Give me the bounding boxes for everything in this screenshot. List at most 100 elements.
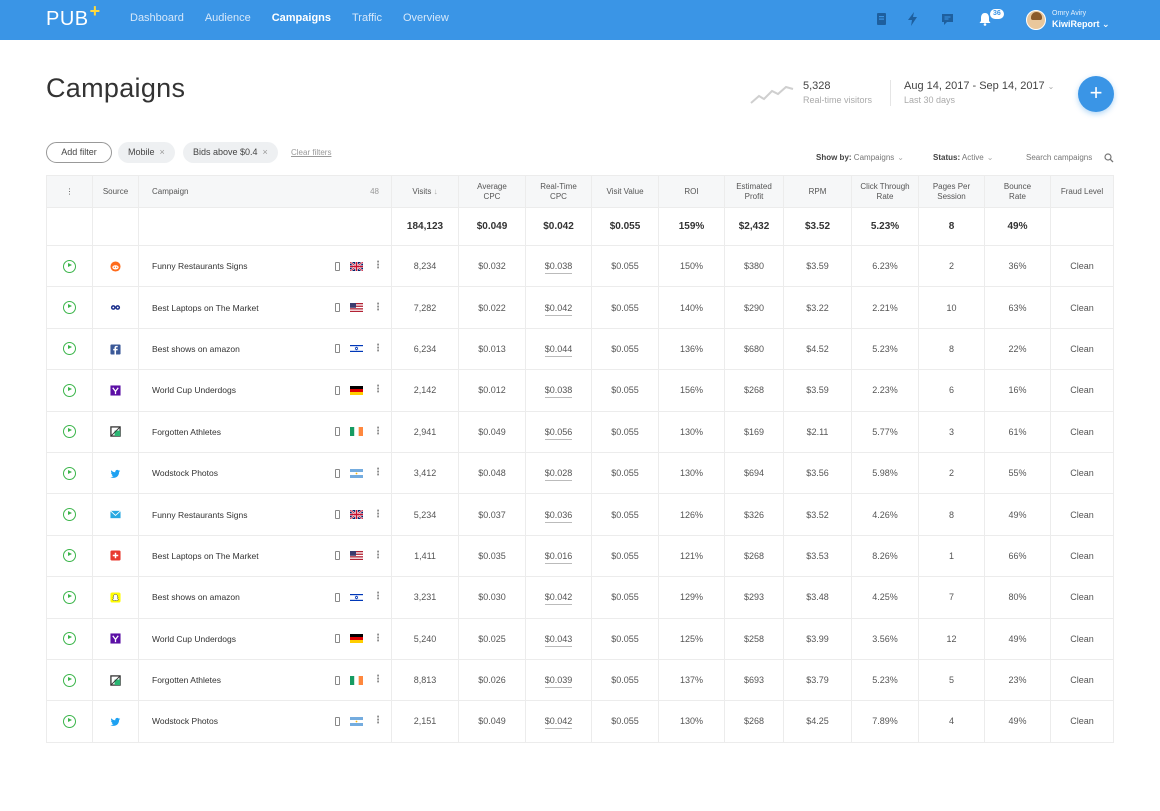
close-icon[interactable]: × xyxy=(160,147,165,157)
rt-cpc-value[interactable]: $0.016 xyxy=(544,550,573,564)
more-options-icon[interactable]: ⋮ xyxy=(373,675,383,685)
nav-overview[interactable]: Overview xyxy=(403,12,449,24)
avatar[interactable] xyxy=(1026,10,1046,30)
play-icon[interactable] xyxy=(63,673,76,687)
campaign-name[interactable]: Forgotten Athletes xyxy=(138,658,326,702)
campaign-name[interactable]: Forgotten Athletes xyxy=(138,410,326,453)
clear-filters-link[interactable]: Clear filters xyxy=(291,148,331,157)
table-row[interactable]: World Cup Underdogs ⋮ 5,240 $0.025 $0.043 $0.… xyxy=(46,617,1114,660)
col-bounce[interactable]: Bounce Rate xyxy=(984,175,1051,208)
more-options-icon[interactable]: ⋮ xyxy=(373,426,383,436)
rt-cpc-cell[interactable]: $0.056 xyxy=(525,410,592,453)
table-row[interactable]: Best shows on amazon ⋮ 3,231 $0.030 $0.042 $0… xyxy=(46,576,1114,619)
col-source[interactable]: Source xyxy=(92,175,139,208)
col-rpm[interactable]: RPM xyxy=(783,175,852,208)
col-roi[interactable]: ROI xyxy=(658,175,725,208)
table-row[interactable]: Wodstock Photos ⋮ 2,151 $0.049 $0.042 $0.055 1… xyxy=(46,700,1114,743)
rt-cpc-value[interactable]: $0.028 xyxy=(544,468,573,482)
search-input[interactable]: Search campaigns xyxy=(1026,153,1092,162)
table-row[interactable]: Wodstock Photos ⋮ 3,412 $0.048 $0.028 $0.055 1… xyxy=(46,451,1114,495)
col-visit-value[interactable]: Visit Value xyxy=(591,175,659,208)
play-icon[interactable] xyxy=(63,714,76,728)
play-icon[interactable] xyxy=(63,508,76,522)
add-filter-button[interactable]: Add filter xyxy=(46,142,112,163)
rt-cpc-value[interactable]: $0.038 xyxy=(544,385,573,399)
rt-cpc-cell[interactable]: $0.036 xyxy=(525,493,592,536)
campaign-name[interactable]: Wodstock Photos xyxy=(138,700,326,743)
campaign-name[interactable]: Best shows on amazon xyxy=(138,576,326,619)
search-icon[interactable] xyxy=(1104,153,1114,163)
col-campaign[interactable]: Campaign 48 xyxy=(138,175,392,208)
table-row[interactable]: Forgotten Athletes ⋮ 2,941 $0.049 $0.056 $0.0… xyxy=(46,410,1114,453)
rt-cpc-cell[interactable]: $0.039 xyxy=(525,658,592,702)
more-options-icon[interactable]: ⋮ xyxy=(373,509,383,519)
chat-icon[interactable] xyxy=(941,12,955,26)
col-fraud[interactable]: Fraud Level xyxy=(1050,175,1114,208)
rt-cpc-value[interactable]: $0.044 xyxy=(544,343,573,357)
col-visits[interactable]: Visits ↓ xyxy=(391,175,459,208)
play-icon[interactable] xyxy=(63,425,76,439)
rt-cpc-cell[interactable]: $0.038 xyxy=(525,244,592,288)
play-icon[interactable] xyxy=(63,383,76,397)
campaign-name[interactable]: Funny Restaurants Signs xyxy=(138,244,326,288)
rt-cpc-value[interactable]: $0.039 xyxy=(544,675,573,689)
more-options-icon[interactable]: ⋮ xyxy=(373,261,383,271)
rt-cpc-value[interactable]: $0.036 xyxy=(544,509,573,523)
date-range-picker[interactable]: Aug 14, 2017 - Sep 14, 2017 ⌄ xyxy=(904,80,1054,92)
add-campaign-button[interactable]: + xyxy=(1078,76,1114,112)
rt-cpc-value[interactable]: $0.043 xyxy=(544,633,573,647)
status-dropdown[interactable]: Status: Active ⌄ xyxy=(933,153,993,162)
play-icon[interactable] xyxy=(63,466,76,480)
rt-cpc-value[interactable]: $0.042 xyxy=(544,716,573,730)
campaign-name[interactable]: World Cup Underdogs xyxy=(138,617,326,660)
rt-cpc-cell[interactable]: $0.028 xyxy=(525,451,592,495)
column-options-icon[interactable]: ⋮ xyxy=(46,175,93,208)
more-options-icon[interactable]: ⋮ xyxy=(373,592,383,602)
logo[interactable]: PUB+ xyxy=(46,1,101,31)
campaign-name[interactable]: Wodstock Photos xyxy=(138,451,326,495)
rt-cpc-cell[interactable]: $0.038 xyxy=(525,369,592,412)
nav-campaigns[interactable]: Campaigns xyxy=(272,12,331,24)
rt-cpc-cell[interactable]: $0.043 xyxy=(525,617,592,660)
filter-chip-mobile[interactable]: Mobile × xyxy=(118,142,175,163)
nav-audience[interactable]: Audience xyxy=(205,12,251,24)
play-icon[interactable] xyxy=(63,632,76,646)
filter-chip-bids[interactable]: Bids above $0.4 × xyxy=(183,142,278,163)
campaign-name[interactable]: Best Laptops on The Market xyxy=(138,534,326,578)
col-rt-cpc[interactable]: Real-Time CPC xyxy=(525,175,592,208)
more-options-icon[interactable]: ⋮ xyxy=(373,633,383,643)
col-avg-cpc[interactable]: Average CPC xyxy=(458,175,526,208)
rt-cpc-value[interactable]: $0.042 xyxy=(544,592,573,606)
nav-traffic[interactable]: Traffic xyxy=(352,12,382,24)
rt-cpc-cell[interactable]: $0.042 xyxy=(525,576,592,619)
show-by-dropdown[interactable]: Show by: Campaigns ⌄ xyxy=(816,153,904,162)
more-options-icon[interactable]: ⋮ xyxy=(373,343,383,353)
campaign-name[interactable]: Best shows on amazon xyxy=(138,327,326,371)
play-icon[interactable] xyxy=(63,590,76,604)
more-options-icon[interactable]: ⋮ xyxy=(373,302,383,312)
table-row[interactable]: World Cup Underdogs ⋮ 2,142 $0.012 $0.038 $0.… xyxy=(46,369,1114,412)
table-row[interactable]: Funny Restaurants Signs ⋮ 5,234 $0.037 $0.03… xyxy=(46,493,1114,536)
table-row[interactable]: Best shows on amazon ⋮ 6,234 $0.013 $0.044 $0… xyxy=(46,327,1114,371)
table-row[interactable]: Best Laptops on The Market ⋮ 1,411 $0.035 $0… xyxy=(46,534,1114,578)
play-icon[interactable] xyxy=(63,342,76,356)
nav-dashboard[interactable]: Dashboard xyxy=(130,12,184,24)
bolt-icon[interactable] xyxy=(906,12,920,26)
rt-cpc-value[interactable]: $0.038 xyxy=(544,261,573,275)
rt-cpc-value[interactable]: $0.042 xyxy=(544,302,573,316)
campaign-name[interactable]: World Cup Underdogs xyxy=(138,369,326,412)
rt-cpc-value[interactable]: $0.056 xyxy=(544,426,573,440)
table-row[interactable]: Best Laptops on The Market ⋮ 7,282 $0.022 $0… xyxy=(46,286,1114,329)
col-est-profit[interactable]: Estimated Profit xyxy=(724,175,784,208)
book-icon[interactable] xyxy=(875,12,889,26)
play-icon[interactable] xyxy=(63,301,76,315)
rt-cpc-cell[interactable]: $0.042 xyxy=(525,286,592,329)
play-icon[interactable] xyxy=(63,549,76,563)
rt-cpc-cell[interactable]: $0.044 xyxy=(525,327,592,371)
col-pps[interactable]: Pages Per Session xyxy=(918,175,985,208)
more-options-icon[interactable]: ⋮ xyxy=(373,468,383,478)
rt-cpc-cell[interactable]: $0.042 xyxy=(525,700,592,743)
campaign-name[interactable]: Best Laptops on The Market xyxy=(138,286,326,329)
user-menu[interactable]: KiwiReport ⌄ xyxy=(1052,19,1110,30)
close-icon[interactable]: × xyxy=(263,147,268,157)
